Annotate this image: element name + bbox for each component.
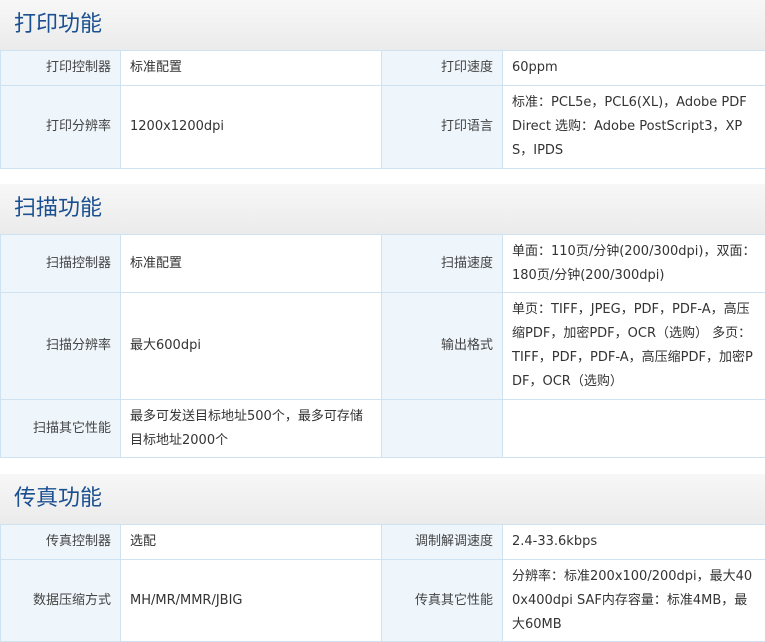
spec-value: 最大600dpi [121,293,382,400]
spec-label: 打印分辨率 [1,86,121,169]
spec-label: 数据压缩方式 [1,560,121,642]
table-row: 扫描控制器 标准配置 扫描速度 单面：110页/分钟(200/300dpi)，双… [1,235,765,293]
spec-label: 打印控制器 [1,51,121,86]
fax-spec-table: 传真控制器 选配 调制解调速度 2.4-33.6kbps 数据压缩方式 MH/M… [0,524,765,642]
spec-label: 扫描控制器 [1,235,121,293]
spec-value: MH/MR/MMR/JBIG [121,560,382,642]
table-row: 数据压缩方式 MH/MR/MMR/JBIG 传真其它性能 分辨率：标准200x1… [1,560,765,642]
spec-value: 60ppm [503,51,765,86]
spec-value: 标准配置 [121,235,382,293]
spec-label [382,400,503,458]
table-row: 扫描其它性能 最多可发送目标地址500个，最多可存储目标地址2000个 [1,400,765,458]
spec-label: 打印速度 [382,51,503,86]
spec-value: 单面：110页/分钟(200/300dpi)，双面：180页/分钟(200/30… [503,235,765,293]
table-row: 传真控制器 选配 调制解调速度 2.4-33.6kbps [1,525,765,560]
spec-value: 最多可发送目标地址500个，最多可存储目标地址2000个 [121,400,382,458]
section-title-scan: 扫描功能 [0,184,765,234]
section-title-fax: 传真功能 [0,474,765,524]
spec-label: 传真控制器 [1,525,121,560]
spec-label: 扫描其它性能 [1,400,121,458]
print-section: 打印功能 打印控制器 标准配置 打印速度 60ppm 打印分辨率 1200x12… [0,0,765,169]
spec-label: 打印语言 [382,86,503,169]
spec-value: 单页：TIFF，JPEG，PDF，PDF-A，高压缩PDF，加密PDF，OCR（… [503,293,765,400]
fax-section: 传真功能 传真控制器 选配 调制解调速度 2.4-33.6kbps 数据压缩方式… [0,474,765,642]
scan-spec-table: 扫描控制器 标准配置 扫描速度 单面：110页/分钟(200/300dpi)，双… [0,234,765,458]
spec-value: 标准配置 [121,51,382,86]
scan-section: 扫描功能 扫描控制器 标准配置 扫描速度 单面：110页/分钟(200/300d… [0,184,765,458]
table-row: 打印控制器 标准配置 打印速度 60ppm [1,51,765,86]
spec-value: 2.4-33.6kbps [503,525,765,560]
spec-label: 调制解调速度 [382,525,503,560]
spec-label: 输出格式 [382,293,503,400]
spec-value [503,400,765,458]
spec-value: 标准：PCL5e，PCL6(XL)，Adobe PDF Direct 选购：Ad… [503,86,765,169]
spec-value: 1200x1200dpi [121,86,382,169]
spec-label: 扫描分辨率 [1,293,121,400]
table-row: 扫描分辨率 最大600dpi 输出格式 单页：TIFF，JPEG，PDF，PDF… [1,293,765,400]
print-spec-table: 打印控制器 标准配置 打印速度 60ppm 打印分辨率 1200x1200dpi… [0,50,765,169]
table-row: 打印分辨率 1200x1200dpi 打印语言 标准：PCL5e，PCL6(XL… [1,86,765,169]
spec-value: 分辨率：标准200x100/200dpi，最大400x400dpi SAF内存容… [503,560,765,642]
spec-value: 选配 [121,525,382,560]
spec-label: 扫描速度 [382,235,503,293]
spec-label: 传真其它性能 [382,560,503,642]
section-title-print: 打印功能 [0,0,765,50]
